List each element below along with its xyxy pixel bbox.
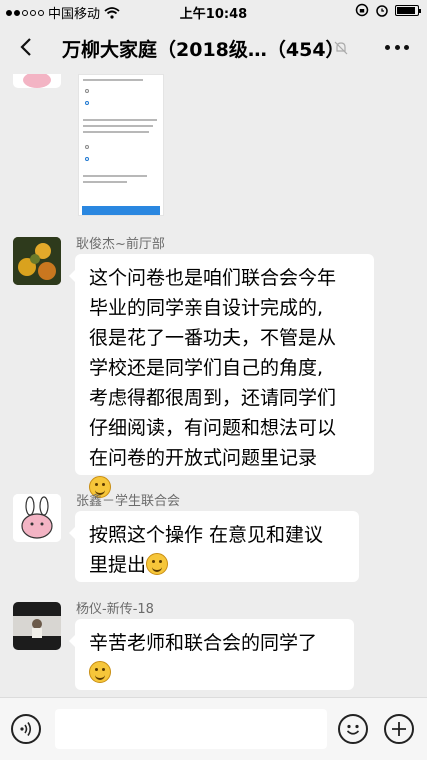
- message-line: 考虑得都很周到，还请同学们: [89, 387, 337, 409]
- survey-screenshot-image[interactable]: [78, 74, 164, 216]
- chevron-left-icon[interactable]: [16, 36, 38, 58]
- message-input[interactable]: [55, 709, 327, 749]
- alarm-icon: [376, 5, 388, 17]
- emoji-icon[interactable]: [338, 714, 368, 744]
- thinking-emoji-icon: [146, 553, 169, 575]
- chat-header: 万柳大家庭（2018级…（454）: [0, 22, 427, 74]
- message-line: 里提出: [89, 550, 347, 580]
- sender-name: 杨仪-新传-18: [76, 602, 154, 617]
- message-line: 毕业的同学亲自设计完成的,: [89, 297, 324, 319]
- voice-icon[interactable]: [11, 714, 41, 744]
- message-line: [89, 658, 342, 688]
- plus-icon[interactable]: [384, 714, 414, 744]
- rotation-lock-icon: [355, 3, 369, 17]
- message-line: 仔细阅读，有问题和想法可以: [89, 417, 337, 439]
- message-bubble[interactable]: 这个问卷也是咱们联合会今年 毕业的同学亲自设计完成的, 很是花了一番功夫，不管是…: [69, 254, 374, 498]
- bunny-avatar-icon: [13, 494, 61, 542]
- message-line: 在问卷的开放式问题里记录: [89, 447, 318, 469]
- more-dots-icon[interactable]: [385, 37, 409, 57]
- message-line: 学校还是同学们自己的角度,: [89, 357, 324, 379]
- rose-avatar-icon: [13, 237, 61, 285]
- message-text: 里提出: [89, 554, 147, 576]
- clap-emoji-icon: [89, 661, 111, 683]
- chat-title: 万柳大家庭（2018级…（454）: [62, 39, 345, 61]
- input-bar: [0, 697, 427, 760]
- sender-name: 耿俊杰~前厅部: [76, 237, 165, 252]
- message-bubble[interactable]: 辛苦老师和联合会的同学了: [69, 619, 354, 690]
- message-line: 很是花了一番功夫，不管是从: [89, 327, 337, 349]
- status-bar: 中国移动 上午10:48: [0, 0, 427, 22]
- avatar[interactable]: [13, 602, 61, 650]
- message-line: 辛苦老师和联合会的同学了: [89, 632, 318, 654]
- bell-muted-icon: [334, 41, 348, 55]
- sender-name: 张鑫－学生联合会: [76, 494, 181, 509]
- message-line: 按照这个操作 在意见和建议: [89, 524, 324, 546]
- avatar[interactable]: [13, 237, 61, 285]
- status-right: [355, 3, 421, 17]
- photo-avatar-icon: [13, 602, 61, 650]
- battery-icon: [395, 4, 421, 16]
- message-bubble[interactable]: 按照这个操作 在意见和建议 里提出: [69, 511, 359, 582]
- message-line: 这个问卷也是咱们联合会今年: [89, 267, 337, 289]
- avatar[interactable]: [13, 494, 61, 542]
